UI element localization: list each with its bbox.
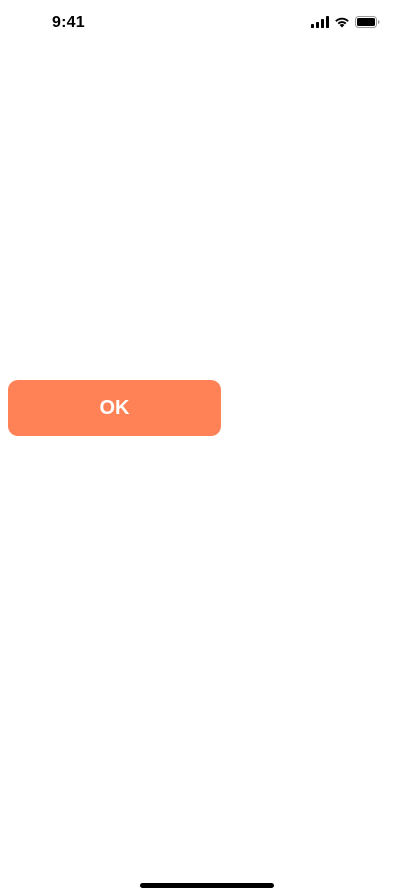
cellular-signal-icon [311,16,329,28]
home-indicator[interactable] [140,883,274,888]
battery-icon [355,16,380,28]
status-icons [311,16,380,28]
status-time: 9:41 [52,14,85,31]
status-bar: 9:41 [0,0,414,44]
screen: 9:41 OK [0,0,414,896]
ok-button[interactable]: OK [8,380,221,436]
wifi-icon [334,16,350,28]
